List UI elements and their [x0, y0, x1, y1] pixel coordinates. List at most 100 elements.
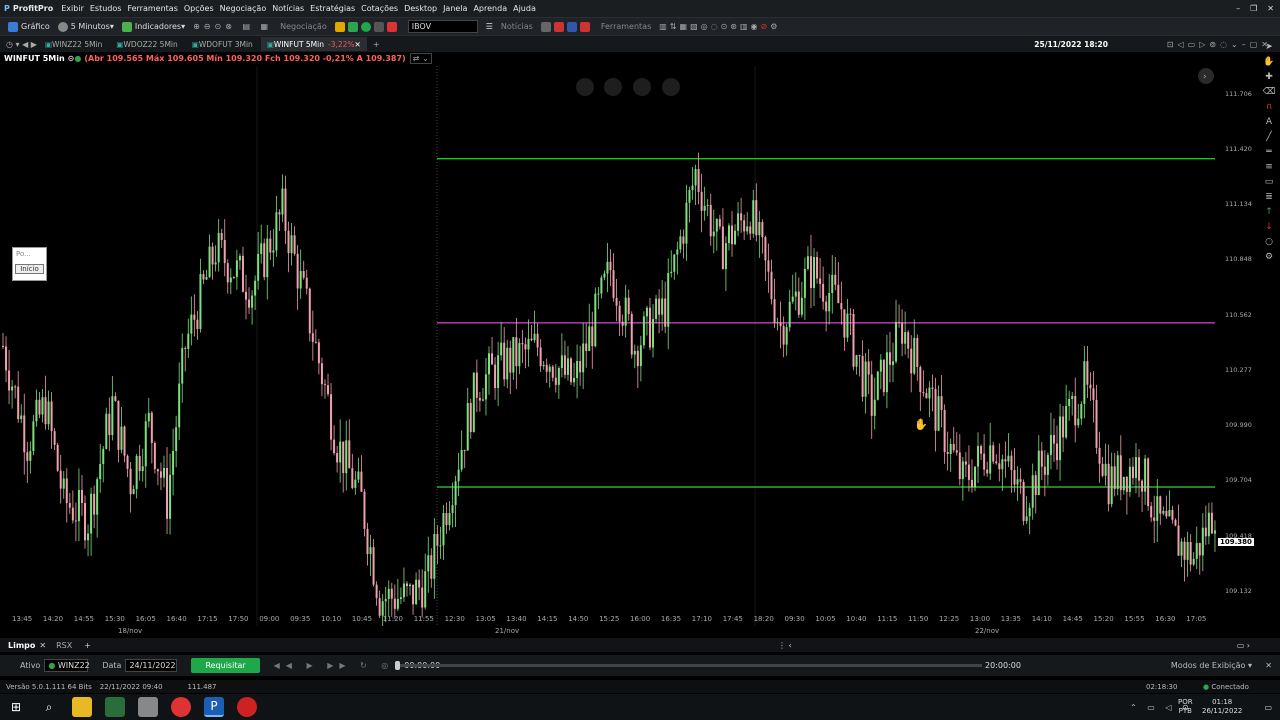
text-icon[interactable]: A — [1266, 117, 1272, 127]
sheet-tab-rsx[interactable]: RSX — [56, 641, 72, 650]
replay-controls[interactable]: ◀◀ ▶ ▶▶ ↻ ◎ — [274, 661, 395, 670]
candle-body — [162, 468, 165, 478]
menu-item[interactable]: Exibir — [61, 4, 84, 13]
search-icon[interactable]: ⌕ — [39, 697, 59, 717]
menu-item[interactable]: Opções — [184, 4, 214, 13]
arrow-up-icon[interactable]: ↑ — [1265, 207, 1273, 217]
notification-icon[interactable]: ▭ — [1264, 703, 1272, 712]
candle-body — [175, 427, 178, 451]
candle-body — [1210, 512, 1213, 534]
menu-item[interactable]: Notícias — [272, 4, 304, 13]
candle-body — [916, 337, 919, 367]
fib-icon[interactable]: ≣ — [1265, 192, 1273, 202]
restore-icon[interactable]: ❐ — [1250, 4, 1257, 13]
last-price-tag: 109.380 — [1218, 537, 1254, 546]
close-tab-icon[interactable]: ✕ — [355, 40, 361, 49]
candle-body — [831, 274, 834, 293]
crosshair-icon[interactable]: ✚ — [1265, 72, 1273, 82]
scroll-right-icon[interactable]: ▭ › — [1237, 641, 1250, 650]
drawing-tools[interactable]: ▥⇅▦▨◎◌⊙⊛▥◉ ⊘ ⚙ — [659, 22, 780, 31]
right-drawing-toolbar[interactable]: ➤ ✋ ✚ ⌫ ∩ A ╱ ═ ≡ ▭ ≣ ↑ ↓ ○ ⚙ — [1258, 40, 1280, 360]
replay-asset-input[interactable]: ● WINZ22 — [44, 659, 90, 672]
menu-item[interactable]: Aprenda — [473, 4, 507, 13]
menu-item[interactable]: Desktop — [404, 4, 437, 13]
candle-body — [1168, 510, 1171, 517]
list-icon[interactable]: ☰ — [486, 22, 493, 31]
chrome-icon[interactable] — [171, 697, 191, 717]
price-chart[interactable]: › ✋ — [0, 66, 1254, 626]
rect-icon[interactable]: ▭ — [1265, 177, 1274, 187]
pointer-icon[interactable]: ➤ — [1265, 42, 1273, 52]
arrow-down-icon[interactable]: ↓ — [1265, 222, 1273, 232]
menu-item[interactable]: Janela — [443, 4, 467, 13]
clock-icon[interactable]: ◷ ▾ ◀ ▶ — [6, 40, 37, 49]
news-icons[interactable] — [540, 21, 593, 32]
chart-button[interactable]: Gráfico — [8, 21, 50, 32]
candle-body — [448, 513, 451, 526]
menu-item[interactable]: Negociação — [220, 4, 267, 13]
hand-icon[interactable]: ✋ — [1263, 57, 1274, 67]
replay-date-input[interactable]: 24/11/2022 — [125, 659, 178, 672]
candle-body — [132, 489, 135, 495]
hline-icon[interactable]: ═ — [1266, 147, 1271, 157]
asset-input[interactable]: IBOV — [407, 20, 478, 33]
settings-icon[interactable]: ⚙ — [1265, 252, 1273, 262]
info-buttons[interactable]: ⇄ ⌄ — [409, 53, 432, 64]
candle-body — [53, 431, 56, 445]
add-tab-icon[interactable]: + — [373, 40, 380, 49]
profit-app-icon[interactable]: P — [204, 697, 224, 717]
close-sheet-icon[interactable]: ✕ — [39, 641, 46, 650]
menu-item[interactable]: Estudos — [90, 4, 122, 13]
circle-icon[interactable]: ○ — [1265, 237, 1273, 247]
add-sheet-icon[interactable]: + — [84, 641, 91, 650]
menu-item[interactable]: Ferramentas — [127, 4, 177, 13]
chart-tab[interactable]: ▣ WINFUT 5Min -3,22% ✕ — [260, 37, 367, 51]
candle-body — [718, 218, 721, 227]
news-label[interactable]: Notícias — [501, 22, 533, 31]
tools-label[interactable]: Ferramentas — [601, 22, 651, 31]
trade-icons[interactable] — [334, 21, 400, 32]
candle-body — [1007, 455, 1010, 462]
candle-body — [302, 270, 305, 278]
chart-tab[interactable]: ▣ WINZ22 5Min — [39, 37, 108, 51]
candle-body — [579, 361, 582, 373]
tray-language[interactable]: POR PTB — [1178, 698, 1193, 716]
eraser-icon[interactable]: ⌫ — [1263, 87, 1276, 97]
file-explorer-icon[interactable] — [72, 697, 92, 717]
display-mode-select[interactable]: Modos de Exibição ▾ — [1171, 661, 1252, 670]
window-controls[interactable]: ⊡◁▭▷⊚◌⌄–▢✕ — [1167, 40, 1272, 49]
chart-tab[interactable]: ▣ WDOFUT 3Min — [186, 37, 259, 51]
candle-body — [26, 452, 29, 461]
request-button[interactable]: Requisitar — [191, 658, 260, 673]
menu-item[interactable]: Ajuda — [513, 4, 536, 13]
tray-clock[interactable]: 01:18 26/11/2022 — [1202, 698, 1242, 716]
close-icon[interactable]: ✕ — [1267, 4, 1274, 13]
windows-start-icon[interactable]: ⊞ — [6, 697, 26, 717]
candle-body — [369, 547, 372, 555]
panel-start-button[interactable]: Início — [15, 264, 44, 274]
app-icon-3[interactable] — [237, 697, 257, 717]
chart-tab[interactable]: ▣ WDOZ22 5Min — [110, 37, 183, 51]
zoom-tools[interactable]: ⊕⊖⊙⊗ ▤ ▦ — [193, 22, 272, 31]
minimize-icon[interactable]: – — [1236, 4, 1240, 13]
candle-body — [1071, 395, 1074, 399]
date-label: 22/nov — [975, 627, 1000, 635]
candle-body — [172, 450, 175, 475]
app-icon-2[interactable] — [138, 697, 158, 717]
close-replay-icon[interactable]: ✕ — [1265, 661, 1272, 670]
line-icon[interactable]: ╱ — [1266, 132, 1271, 142]
menu-item[interactable]: Estratégias — [310, 4, 355, 13]
splitter-icon[interactable]: ⋮ ‹ — [778, 641, 792, 650]
candle-body — [524, 344, 527, 350]
candle-body — [876, 371, 879, 400]
app-icon-1[interactable] — [105, 697, 125, 717]
sheet-tab-limpo[interactable]: Limpo — [8, 641, 35, 650]
panel-field[interactable]: Po... — [13, 248, 46, 264]
timeframe-select[interactable]: 5 Minutos ▾ — [57, 21, 114, 32]
replay-slider[interactable] — [395, 661, 982, 670]
candle-body — [299, 270, 302, 289]
menu-item[interactable]: Cotações — [361, 4, 398, 13]
magnet-icon[interactable]: ∩ — [1266, 102, 1273, 112]
indicators-button[interactable]: Indicadores ▾ — [121, 21, 185, 32]
channel-icon[interactable]: ≡ — [1265, 162, 1273, 172]
